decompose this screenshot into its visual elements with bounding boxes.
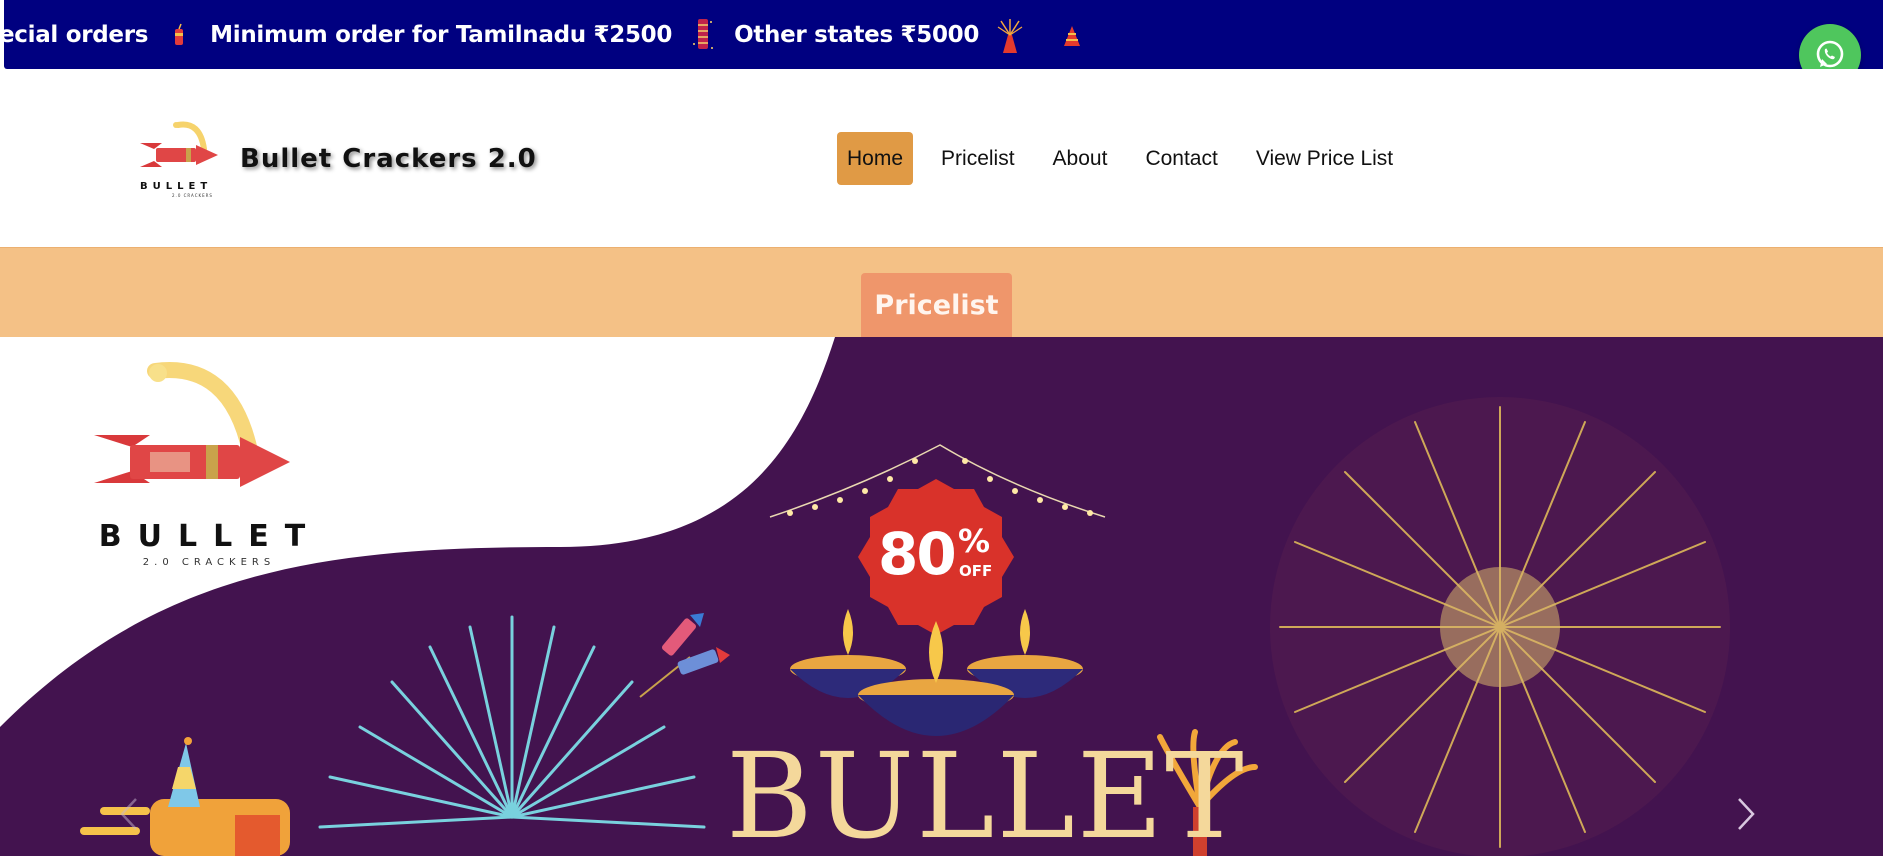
marquee-text-tamilnadu: Minimum order for Tamilnadu ₹2500 <box>210 21 673 48</box>
badge-percent: % <box>958 522 991 560</box>
hero-banner: BULLET 2.0 CRACKERS 80 % OFF BULLET <box>0 337 1883 856</box>
discount-badge: 80 % OFF <box>858 482 1014 632</box>
hero-logo-subtitle: 2.0 CRACKERS <box>142 557 276 568</box>
svg-text:2.0 CRACKERS: 2.0 CRACKERS <box>172 193 213 198</box>
flower-pot-icon <box>979 15 1041 55</box>
pricelist-band: Pricelist <box>0 247 1883 338</box>
rocket-logo-icon <box>94 362 290 487</box>
cone-cracker-icon <box>1041 15 1103 55</box>
firework-gold <box>1270 397 1730 856</box>
announcement-marquee: ecial orders Minimum order for Tamilnadu… <box>4 0 1883 69</box>
badge-number: 80 <box>878 520 957 588</box>
carousel-next-button[interactable] <box>1725 789 1765 839</box>
carousel-prev-button[interactable] <box>110 789 150 839</box>
whatsapp-icon <box>1816 40 1844 68</box>
nav-home[interactable]: Home <box>837 132 914 185</box>
nav-about[interactable]: About <box>1043 132 1118 185</box>
marquee-text-other-states: Other states ₹5000 <box>734 21 980 48</box>
nav-pricelist[interactable]: Pricelist <box>931 132 1025 185</box>
site-header: BULLET 2.0 CRACKERS Bullet Crackers 2.0 … <box>0 69 1883 247</box>
cracker-stick-icon <box>148 15 210 55</box>
rocket-illustration <box>639 613 730 698</box>
nav-view-price-list[interactable]: View Price List <box>1246 132 1403 185</box>
marquee-text-special-orders: ecial orders <box>4 21 149 48</box>
chevron-right-icon <box>1738 798 1755 830</box>
hero-logo: BULLET 2.0 CRACKERS <box>80 351 330 568</box>
chevron-left-icon <box>120 798 137 830</box>
nav-contact[interactable]: Contact <box>1135 132 1227 185</box>
main-nav: Home Pricelist About Contact View Price … <box>837 132 1421 185</box>
badge-off: OFF <box>959 562 993 580</box>
svg-text:BULLET: BULLET <box>140 181 212 192</box>
pricelist-button[interactable]: Pricelist <box>861 273 1012 338</box>
lantern-cracker-icon <box>672 15 734 55</box>
hero-title: BULLET <box>726 727 1246 856</box>
brand[interactable]: BULLET 2.0 CRACKERS Bullet Crackers 2.0 <box>136 119 537 199</box>
brand-logo: BULLET 2.0 CRACKERS <box>136 119 232 199</box>
hero-logo-word: BULLET <box>98 519 322 554</box>
brand-name: Bullet Crackers 2.0 <box>240 144 537 174</box>
firework-cyan <box>318 615 706 829</box>
